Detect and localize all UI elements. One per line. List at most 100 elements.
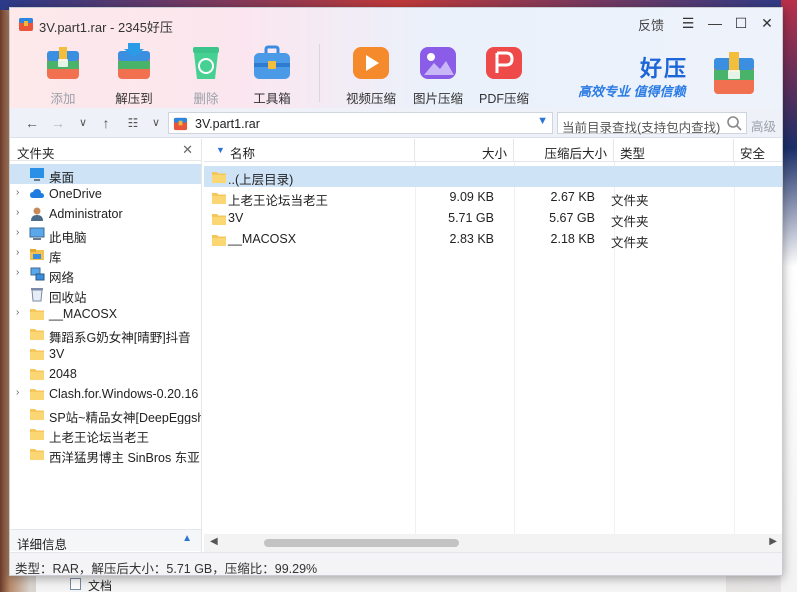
sidebar-item[interactable]: › Administrator: [10, 204, 201, 224]
sidebar-item-label: 2048: [49, 367, 77, 381]
back-arrow-icon[interactable]: ←: [22, 113, 42, 133]
forward-arrow-icon[interactable]: →: [48, 113, 68, 133]
image-compress-button[interactable]: 图片压缩: [409, 41, 467, 106]
sidebar-item-label: 3V: [49, 347, 65, 361]
expand-chevron-icon[interactable]: ›: [16, 387, 19, 398]
close-icon[interactable]: ✕: [756, 12, 778, 34]
toolbox-button[interactable]: 工具箱: [243, 41, 301, 106]
sidebar-item[interactable]: 上老王论坛当老王: [10, 424, 201, 444]
sidebar-item[interactable]: › 此电脑: [10, 224, 201, 244]
sidebar-item-label: __MACOSX: [49, 307, 118, 321]
file-type: 文件夹: [611, 215, 649, 229]
sidebar-item-label: 桌面: [49, 171, 75, 184]
file-row[interactable]: __MACOSX 2.83 KB 2.18 KB 文件夹: [204, 229, 782, 250]
file-name: ..(上层目录): [228, 173, 294, 187]
file-type: 文件夹: [611, 194, 649, 208]
expand-chevron-icon[interactable]: ›: [16, 207, 19, 218]
sidebar-item[interactable]: › __MACOSX: [10, 304, 201, 324]
image-compress-icon: [420, 47, 456, 79]
sidebar-item[interactable]: › 库: [10, 244, 201, 264]
brand-area: 好压 高效专业 值得信赖: [578, 48, 778, 108]
folder-icon: [29, 346, 45, 362]
scroll-left-icon[interactable]: ◀: [210, 536, 218, 547]
sidebar-item[interactable]: SP站~精品女神[DeepEggsh: [10, 404, 201, 424]
sidebar-item[interactable]: 桌面: [10, 164, 201, 184]
sidebar-item-label: OneDrive: [49, 187, 102, 201]
sidebar-item-label: 库: [49, 251, 62, 264]
address-text: 3V.part1.rar: [195, 117, 260, 131]
advanced-search-link[interactable]: 高级: [751, 116, 776, 135]
sidebar-item[interactable]: › 网络: [10, 264, 201, 284]
video-compress-button[interactable]: 视频压缩: [342, 41, 400, 106]
up-arrow-icon[interactable]: ↑: [96, 113, 116, 133]
feedback-link[interactable]: 反馈: [638, 15, 664, 34]
column-packed-size[interactable]: 压缩后大小: [514, 139, 614, 162]
brand-name: 好压: [640, 56, 689, 81]
sidebar-item-label: SP站~精品女神[DeepEggsh: [49, 411, 201, 424]
sidebar-item[interactable]: › OneDrive: [10, 184, 201, 204]
extract-button[interactable]: 解压到: [105, 41, 163, 106]
sidebar-item-label: 回收站: [49, 291, 87, 304]
column-security[interactable]: 安全: [734, 139, 782, 162]
sidebar-item[interactable]: 2048: [10, 364, 201, 384]
expand-chevron-icon[interactable]: ›: [16, 187, 19, 198]
background-explorer-strip: 文档: [36, 576, 726, 592]
add-archive-icon: [47, 47, 79, 79]
menu-icon[interactable]: ☰: [677, 12, 699, 34]
view-mode-icon[interactable]: ☷: [123, 113, 143, 133]
sidebar-item-label: 网络: [49, 271, 75, 284]
collapse-up-icon[interactable]: ▲: [182, 533, 192, 544]
pdf-compress-button[interactable]: PDF压缩: [475, 41, 533, 106]
file-row[interactable]: 上老王论坛当老王 9.09 KB 2.67 KB 文件夹: [204, 187, 782, 208]
status-bar: 类型：RAR，解压后大小：5.71 GB，压缩比：99.29%: [10, 552, 782, 575]
folder-icon: [29, 446, 45, 462]
expand-chevron-icon[interactable]: ›: [16, 307, 19, 318]
extract-archive-icon: [118, 43, 150, 79]
horizontal-scrollbar[interactable]: ◀ ▶: [204, 534, 782, 552]
sidebar-close-icon[interactable]: ✕: [182, 142, 193, 158]
scrollbar-thumb[interactable]: [264, 539, 459, 547]
minimize-icon[interactable]: —: [704, 12, 726, 34]
sidebar-item-label: 此电脑: [49, 231, 87, 244]
column-type[interactable]: 类型: [614, 139, 734, 162]
column-name[interactable]: ▼ 名称: [204, 139, 415, 162]
folder-icon: [29, 406, 45, 422]
sidebar-header: 文件夹 ✕: [10, 139, 201, 161]
rar-file-icon: [173, 117, 188, 131]
folder-icon: [29, 386, 45, 402]
recycle-bin-icon: [29, 286, 45, 302]
maximize-icon[interactable]: ☐: [730, 12, 752, 34]
add-button[interactable]: 添加: [34, 41, 92, 106]
folder-icon: [29, 366, 45, 382]
sidebar-item[interactable]: 3V: [10, 344, 201, 364]
column-size[interactable]: 大小: [415, 139, 514, 162]
delete-button[interactable]: 删除: [177, 41, 235, 106]
expand-chevron-icon[interactable]: ›: [16, 227, 19, 238]
view-chevron-icon[interactable]: ∨: [146, 113, 166, 133]
recycle-delete-icon: [193, 47, 219, 79]
sidebar-item[interactable]: › Clash.for.Windows-0.20.16: [10, 384, 201, 404]
scroll-right-icon[interactable]: ▶: [769, 536, 777, 547]
file-row[interactable]: ..(上层目录): [204, 166, 782, 187]
sidebar-item[interactable]: 舞蹈系G奶女神[晴野]抖音: [10, 324, 201, 344]
details-panel-toggle[interactable]: 详细信息 ▲: [10, 529, 201, 552]
navigation-bar: ← → ∨ ↑ ☷ ∨ 3V.part1.rar ▼ 当前目录查找(支持包内查找…: [10, 108, 782, 138]
cloud-icon: [29, 186, 45, 202]
sidebar-item[interactable]: 西洋猛男博主 SinBros 东亚: [10, 444, 201, 464]
address-dropdown-icon[interactable]: ▼: [537, 115, 548, 127]
sidebar-item-label: Clash.for.Windows-0.20.16: [49, 387, 199, 401]
expand-chevron-icon[interactable]: ›: [16, 247, 19, 258]
desktop-icon: [29, 166, 45, 182]
search-icon[interactable]: [726, 115, 742, 131]
sidebar-item-label: 上老王论坛当老王: [49, 431, 150, 444]
sidebar-item[interactable]: 回收站: [10, 284, 201, 304]
expand-chevron-icon[interactable]: ›: [16, 267, 19, 278]
history-chevron-icon[interactable]: ∨: [73, 113, 93, 133]
search-input[interactable]: 当前目录查找(支持包内查找): [557, 112, 747, 135]
file-type: 文件夹: [611, 236, 649, 250]
pdf-compress-icon: [486, 47, 522, 79]
file-row[interactable]: 3V 5.71 GB 5.67 GB 文件夹: [204, 208, 782, 229]
address-bar[interactable]: 3V.part1.rar ▼: [168, 112, 553, 134]
sidebar-title: 文件夹: [17, 147, 55, 161]
toolbox-icon: [254, 45, 290, 79]
